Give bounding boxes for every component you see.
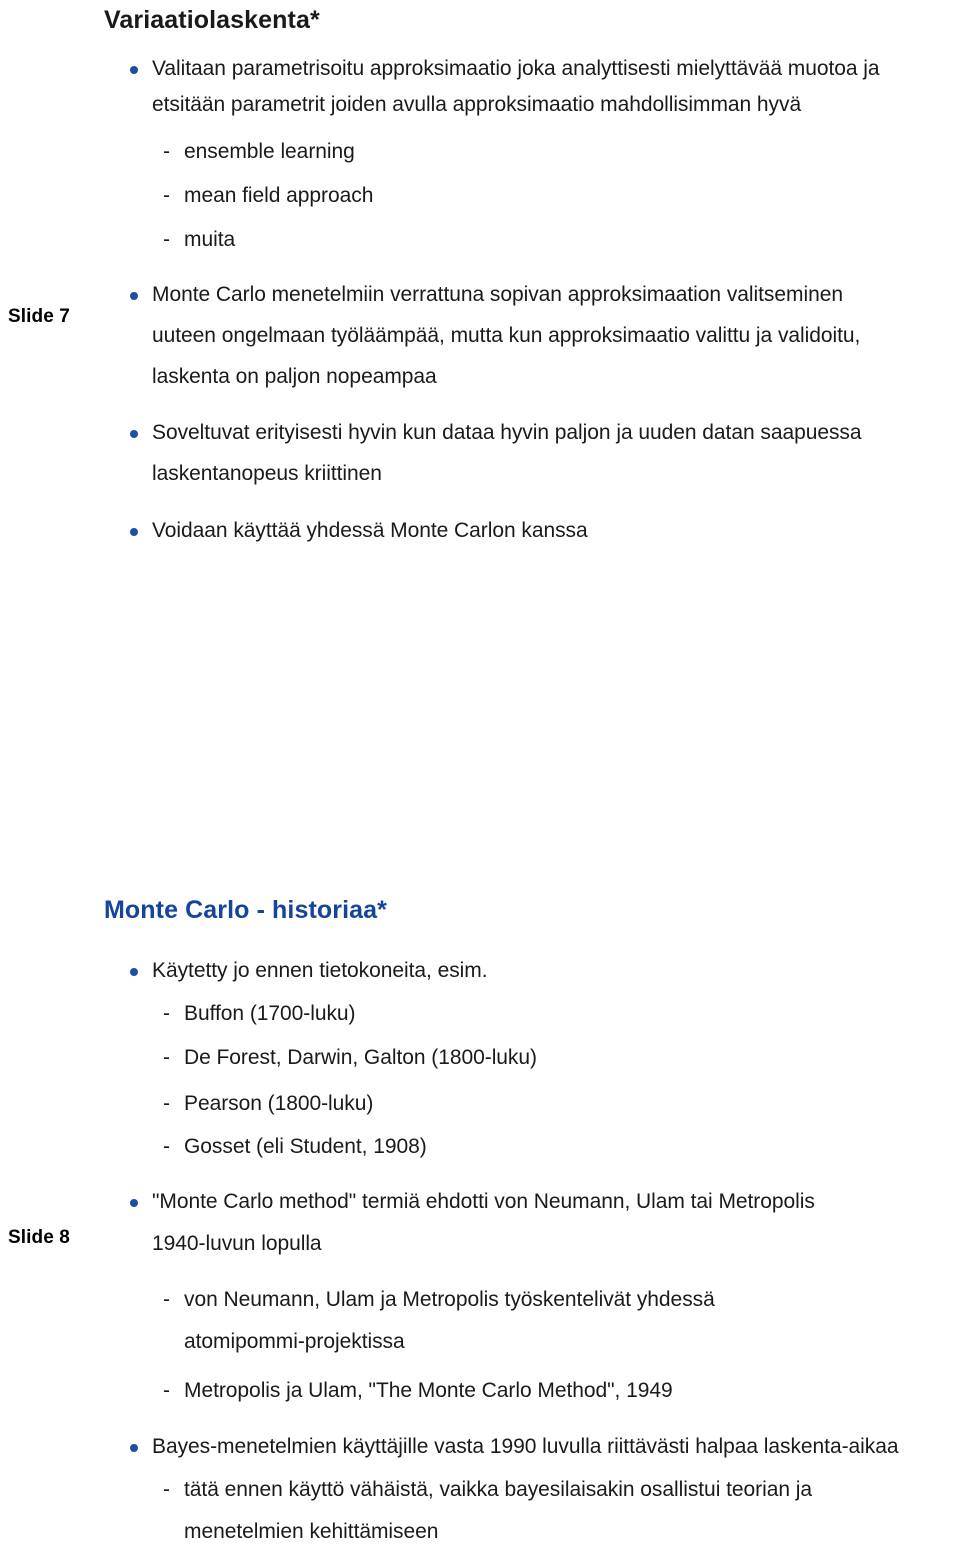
dash-marker-icon: - bbox=[163, 1046, 170, 1069]
sub-item-text: von Neumann, Ulam ja Metropolis työskent… bbox=[184, 1288, 715, 1311]
bullet-icon bbox=[130, 1444, 138, 1452]
bullet-icon bbox=[130, 66, 138, 74]
bullet-icon bbox=[130, 528, 138, 536]
slide-label-7: Slide 7 bbox=[8, 306, 70, 327]
sub-item-text: muita bbox=[184, 228, 236, 251]
bullet-text-continuation: etsitään parametrit joiden avulla approk… bbox=[152, 93, 802, 116]
page-title-slide8: Monte Carlo - historiaa* bbox=[104, 896, 387, 924]
page-title-slide7: Variaatiolaskenta* bbox=[104, 6, 320, 34]
dash-marker-icon: - bbox=[163, 140, 170, 163]
handout-page: Variaatiolaskenta* Slide 7 Valitaan para… bbox=[0, 0, 960, 1543]
bullet-icon bbox=[130, 292, 138, 300]
bullet-text-continuation: laskentanopeus kriittinen bbox=[152, 462, 382, 485]
dash-marker-icon: - bbox=[163, 1135, 170, 1158]
bullet-icon bbox=[130, 430, 138, 438]
dash-marker-icon: - bbox=[163, 1092, 170, 1115]
bullet-text: Voidaan käyttää yhdessä Monte Carlon kan… bbox=[152, 519, 588, 542]
bullet-text-continuation: uuteen ongelmaan työläämpää, mutta kun a… bbox=[152, 324, 861, 347]
bullet-icon bbox=[130, 968, 138, 976]
dash-marker-icon: - bbox=[163, 1288, 170, 1311]
sub-item-text: ensemble learning bbox=[184, 140, 355, 163]
bullet-text: "Monte Carlo method" termiä ehdotti von … bbox=[152, 1190, 815, 1213]
bullet-text: Käytetty jo ennen tietokoneita, esim. bbox=[152, 959, 488, 982]
sub-item-text-continuation: atomipommi-projektissa bbox=[184, 1330, 405, 1353]
dash-marker-icon: - bbox=[163, 1002, 170, 1025]
dash-marker-icon: - bbox=[163, 228, 170, 251]
sub-item-text: Buffon (1700-luku) bbox=[184, 1002, 356, 1025]
sub-item-text: mean field approach bbox=[184, 184, 374, 207]
sub-item-text: Gosset (eli Student, 1908) bbox=[184, 1135, 427, 1158]
bullet-text: Bayes-menetelmien käyttäjille vasta 1990… bbox=[152, 1435, 899, 1458]
bullet-text-continuation: laskenta on paljon nopeampaa bbox=[152, 365, 437, 388]
bullet-text: Soveltuvat erityisesti hyvin kun dataa h… bbox=[152, 421, 862, 444]
bullet-text-continuation: 1940-luvun lopulla bbox=[152, 1232, 322, 1255]
sub-item-text: Pearson (1800-luku) bbox=[184, 1092, 374, 1115]
bullet-text: Valitaan parametrisoitu approksimaatio j… bbox=[152, 57, 880, 80]
dash-marker-icon: - bbox=[163, 184, 170, 207]
bullet-icon bbox=[130, 1199, 138, 1207]
bullet-text: Monte Carlo menetelmiin verrattuna sopiv… bbox=[152, 283, 843, 306]
dash-marker-icon: - bbox=[163, 1478, 170, 1501]
sub-item-text: De Forest, Darwin, Galton (1800-luku) bbox=[184, 1046, 537, 1069]
sub-item-text: tätä ennen käyttö vähäistä, vaikka bayes… bbox=[184, 1478, 812, 1501]
sub-item-text: Metropolis ja Ulam, "The Monte Carlo Met… bbox=[184, 1379, 673, 1402]
slide-label-8: Slide 8 bbox=[8, 1227, 70, 1248]
dash-marker-icon: - bbox=[163, 1379, 170, 1402]
sub-item-text-continuation: menetelmien kehittämiseen bbox=[184, 1520, 439, 1543]
